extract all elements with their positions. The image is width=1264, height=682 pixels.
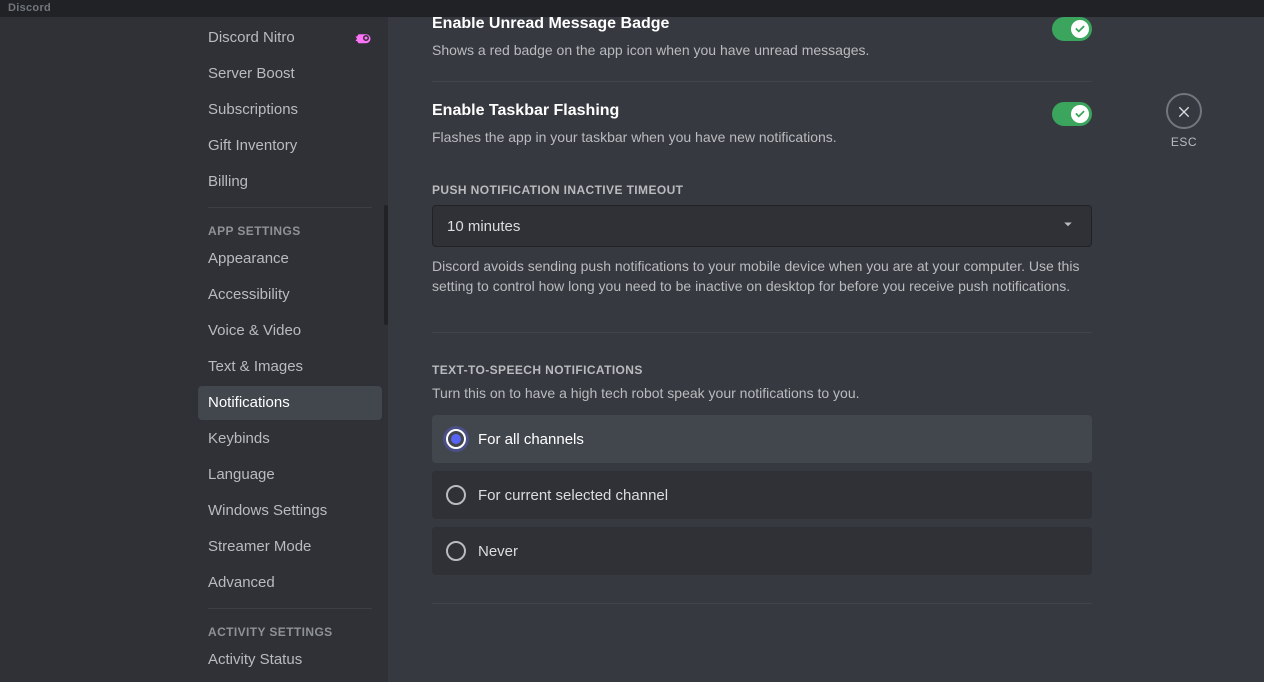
radio-icon (446, 429, 466, 449)
app-root: Discord Nitro Server Boost Subscriptions… (0, 17, 1264, 682)
setting-description: Shows a red badge on the app icon when y… (432, 41, 869, 61)
settings-sidebar: Discord Nitro Server Boost Subscriptions… (184, 17, 388, 682)
sidebar-item-gift-inventory[interactable]: Gift Inventory (198, 129, 382, 163)
sidebar-item-label: Server Boost (208, 63, 295, 85)
nitro-badge-icon (354, 31, 372, 45)
push-timeout-label: PUSH NOTIFICATION INACTIVE TIMEOUT (432, 183, 1092, 197)
radio-label: For all channels (478, 431, 584, 448)
chevron-down-icon (1059, 215, 1077, 237)
sidebar-item-label: Billing (208, 171, 248, 193)
select-value: 10 minutes (447, 218, 520, 235)
sidebar-item-label: Advanced (208, 572, 275, 594)
close-label: ESC (1171, 135, 1197, 149)
sidebar-item-label: Subscriptions (208, 99, 298, 121)
toggle-unread-badge[interactable] (1052, 17, 1092, 41)
radio-icon (446, 541, 466, 561)
settings-content: Enable Unread Message Badge Shows a red … (432, 17, 1092, 622)
sidebar-item-voice-video[interactable]: Voice & Video (198, 314, 382, 348)
sidebar-item-label: Discord Nitro (208, 27, 295, 49)
sidebar-item-text-images[interactable]: Text & Images (198, 350, 382, 384)
sidebar-item-language[interactable]: Language (198, 458, 382, 492)
sidebar-item-appearance[interactable]: Appearance (198, 242, 382, 276)
sidebar-item-label: Accessibility (208, 284, 290, 306)
sidebar-item-label: Language (208, 464, 275, 486)
sidebar-separator (208, 608, 372, 609)
sidebar-item-advanced[interactable]: Advanced (198, 566, 382, 600)
sidebar-item-label: Appearance (208, 248, 289, 270)
sidebar-item-activity-status[interactable]: Activity Status (198, 643, 382, 677)
sidebar-item-server-boost[interactable]: Server Boost (198, 57, 382, 91)
sidebar-item-label: Voice & Video (208, 320, 301, 342)
sidebar-item-label: Notifications (208, 392, 290, 414)
toggle-knob (1071, 105, 1089, 123)
close-column: ESC (1166, 93, 1202, 149)
radio-label: Never (478, 543, 518, 560)
sidebar-item-label: Streamer Mode (208, 536, 311, 558)
tts-option-all-channels[interactable]: For all channels (432, 415, 1092, 463)
sidebar-item-accessibility[interactable]: Accessibility (198, 278, 382, 312)
tts-sublabel: Turn this on to have a high tech robot s… (432, 385, 1092, 401)
sidebar-item-label: Activity Status (208, 649, 302, 671)
setting-unread-badge: Enable Unread Message Badge Shows a red … (432, 17, 1092, 61)
sidebar-item-discord-nitro[interactable]: Discord Nitro (198, 21, 382, 55)
toggle-knob (1071, 20, 1089, 38)
setting-taskbar-flashing: Enable Taskbar Flashing Flashes the app … (432, 102, 1092, 148)
sidebar-item-label: Gift Inventory (208, 135, 297, 157)
settings-sidebar-wrap: Discord Nitro Server Boost Subscriptions… (0, 17, 388, 682)
divider (432, 81, 1092, 82)
tts-option-never[interactable]: Never (432, 527, 1092, 575)
sidebar-item-billing[interactable]: Billing (198, 165, 382, 199)
sidebar-item-streamer-mode[interactable]: Streamer Mode (198, 530, 382, 564)
toggle-taskbar-flashing[interactable] (1052, 102, 1092, 126)
sidebar-separator (208, 207, 372, 208)
setting-title: Enable Unread Message Badge (432, 17, 869, 33)
sidebar-item-notifications[interactable]: Notifications (198, 386, 382, 420)
radio-label: For current selected channel (478, 487, 668, 504)
settings-content-wrap: Enable Unread Message Badge Shows a red … (388, 17, 1264, 682)
sidebar-item-label: Keybinds (208, 428, 270, 450)
window-titlebar: Discord (0, 0, 1264, 17)
tts-label: TEXT-TO-SPEECH NOTIFICATIONS (432, 363, 1092, 377)
divider (432, 603, 1092, 604)
radio-icon (446, 485, 466, 505)
push-timeout-description: Discord avoids sending push notification… (432, 257, 1092, 296)
sidebar-header-activity-settings: ACTIVITY SETTINGS (198, 619, 382, 643)
close-button[interactable] (1166, 93, 1202, 129)
sidebar-item-label: Windows Settings (208, 500, 327, 522)
setting-description: Flashes the app in your taskbar when you… (432, 128, 837, 148)
sidebar-header-app-settings: APP SETTINGS (198, 218, 382, 242)
sidebar-item-label: Text & Images (208, 356, 303, 378)
sidebar-item-subscriptions[interactable]: Subscriptions (198, 93, 382, 127)
push-timeout-select[interactable]: 10 minutes (432, 205, 1092, 247)
tts-option-current-channel[interactable]: For current selected channel (432, 471, 1092, 519)
sidebar-item-keybinds[interactable]: Keybinds (198, 422, 382, 456)
sidebar-item-windows-settings[interactable]: Windows Settings (198, 494, 382, 528)
divider (432, 332, 1092, 333)
setting-title: Enable Taskbar Flashing (432, 102, 837, 120)
